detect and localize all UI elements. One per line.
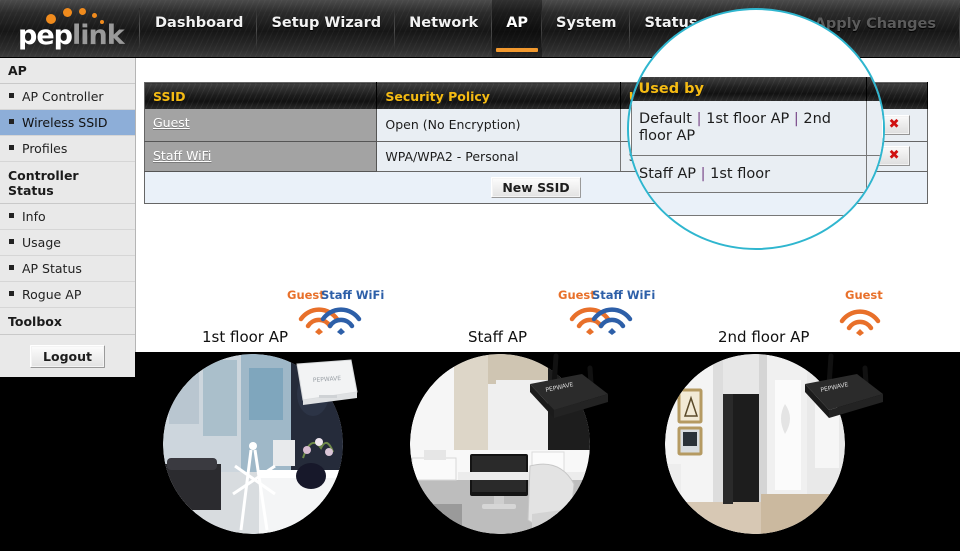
magnified-header-row: Used by [631, 77, 883, 101]
magnified-cell-actions: ✖ [865, 155, 883, 193]
magnifier-content: Used by Default | 1st floor AP | 2nd flo… [629, 10, 883, 248]
magnified-table-row: Staff AP | 1st floor ✖ [631, 155, 883, 193]
wifi-signal-2nd-floor [839, 309, 881, 336]
magnifier-highlight-circle: Used by Default | 1st floor AP | 2nd flo… [627, 8, 885, 250]
magnified-footer-cell [631, 192, 883, 216]
magnified-cell-actions: ✖ [865, 101, 883, 156]
magnified-footer-row [631, 192, 883, 216]
magnified-cell-used-by: Default | 1st floor AP | 2nd floor AP [631, 101, 867, 156]
ap-device-2nd-floor: PEPWAVE [805, 353, 883, 418]
magnified-column-header-actions [866, 77, 883, 101]
wifi-signal-1st-floor [298, 307, 362, 335]
ap-device-ceiling: PEPWAVE [296, 359, 358, 405]
ap-device-staff: PEPWAVE [530, 353, 608, 418]
delete-row-button[interactable]: ✖ [882, 117, 883, 139]
magnified-used-by-table: Used by Default | 1st floor AP | 2nd flo… [631, 77, 883, 216]
ap-label-staff-ap: Staff AP [468, 328, 528, 346]
ap-label-2nd-floor: 2nd floor AP [718, 328, 810, 346]
ap-label-1st-floor: 1st floor AP [202, 328, 289, 346]
ssid-tag-staff-wifi: Staff WiFi [592, 288, 656, 302]
wifi-signal-staff-ap [569, 307, 633, 335]
magnified-table-row: Default | 1st floor AP | 2nd floor AP ✖ [631, 101, 883, 156]
ssid-tag-guest: Guest [558, 288, 596, 302]
ssid-tag-guest: Guest [845, 288, 883, 302]
ssid-tag-guest: Guest [287, 288, 325, 302]
ssid-tag-staff-wifi: Staff WiFi [321, 288, 385, 302]
magnified-cell-used-by: Staff AP | 1st floor [631, 155, 867, 193]
magnified-column-header-used-by: Used by [631, 77, 867, 101]
